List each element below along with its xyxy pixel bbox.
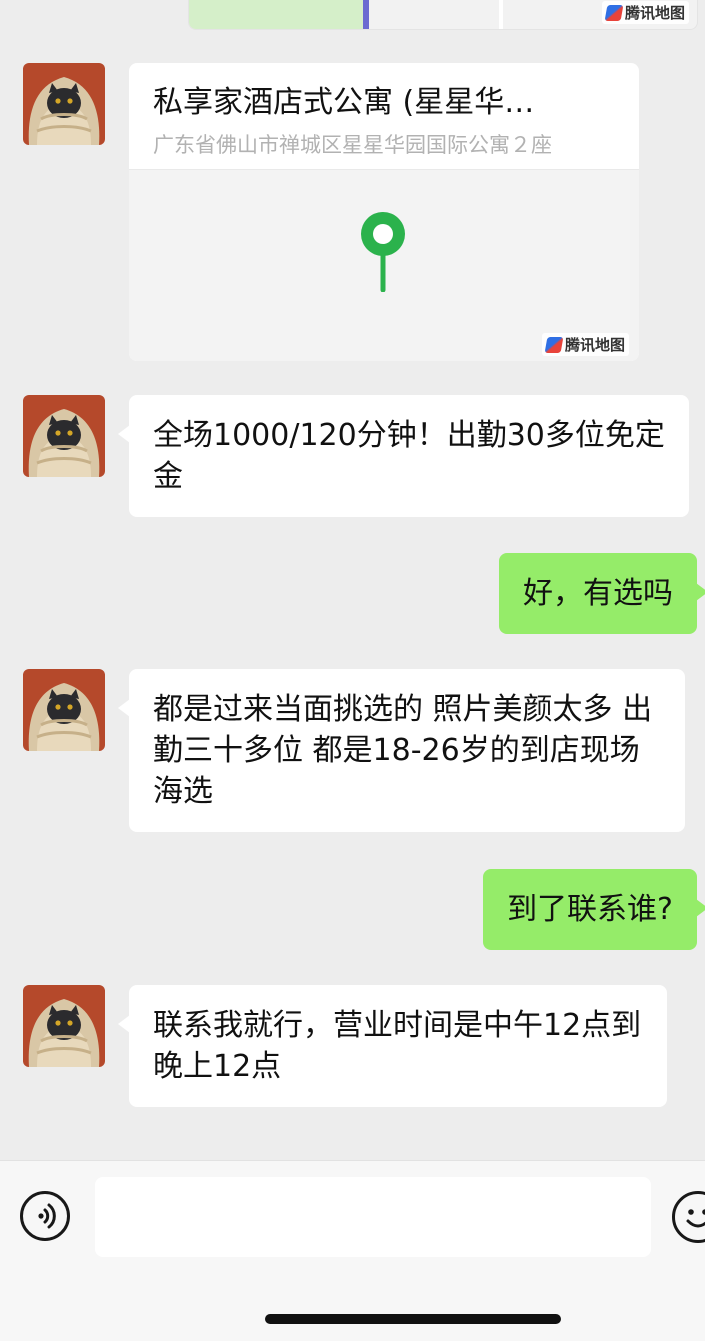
map-park-area xyxy=(189,0,364,29)
emoji-button[interactable] xyxy=(672,1191,705,1243)
location-map[interactable]: 腾讯地图 xyxy=(129,169,639,361)
message-input[interactable] xyxy=(95,1177,651,1257)
tencent-map-logo-icon xyxy=(544,336,564,353)
message-bubble-outgoing[interactable]: 好，有选吗 xyxy=(499,553,705,634)
location-map-preview-partial[interactable]: 腾讯地图 xyxy=(188,0,698,30)
tencent-map-logo-text: 腾讯地图 xyxy=(624,4,685,22)
location-address: 广东省佛山市禅城区星星华园国际公寓２座 xyxy=(153,133,552,157)
tencent-map-logo: 腾讯地图 xyxy=(601,1,689,24)
emoji-icon xyxy=(686,1209,705,1228)
tencent-map-logo: 腾讯地图 xyxy=(541,333,629,356)
home-indicator[interactable] xyxy=(265,1314,561,1324)
map-road xyxy=(499,0,503,29)
map-pin-icon xyxy=(361,212,405,292)
voice-icon xyxy=(38,1203,56,1229)
message-bubble-incoming[interactable]: 都是过来当面挑选的 照片美颜太多 出勤三十多位 都是18-26岁的到店现场海选 xyxy=(118,669,685,832)
voice-input-button[interactable] xyxy=(20,1191,70,1241)
message-bubble-incoming[interactable]: 全场1000/120分钟！出勤30多位免定金 xyxy=(118,395,689,517)
map-road xyxy=(363,0,369,29)
location-title: 私享家酒店式公寓 (星星华… xyxy=(153,85,535,120)
message-bubble-outgoing[interactable]: 到了联系谁? xyxy=(483,869,705,950)
contact-avatar[interactable] xyxy=(23,395,105,477)
location-card[interactable]: 私享家酒店式公寓 (星星华… 广东省佛山市禅城区星星华园国际公寓２座 腾讯地图 xyxy=(129,63,639,361)
tencent-map-logo-text: 腾讯地图 xyxy=(564,336,625,354)
contact-avatar[interactable] xyxy=(23,63,105,145)
tencent-map-logo-icon xyxy=(604,4,624,21)
message-bubble-incoming[interactable]: 联系我就行，营业时间是中午12点到晚上12点 xyxy=(118,985,667,1107)
contact-avatar[interactable] xyxy=(23,985,105,1067)
contact-avatar[interactable] xyxy=(23,669,105,751)
chat-area: 腾讯地图 私享家酒店式公寓 (星星华… 广东省佛山市禅城区星星华园国际公寓２座 xyxy=(0,0,705,1160)
